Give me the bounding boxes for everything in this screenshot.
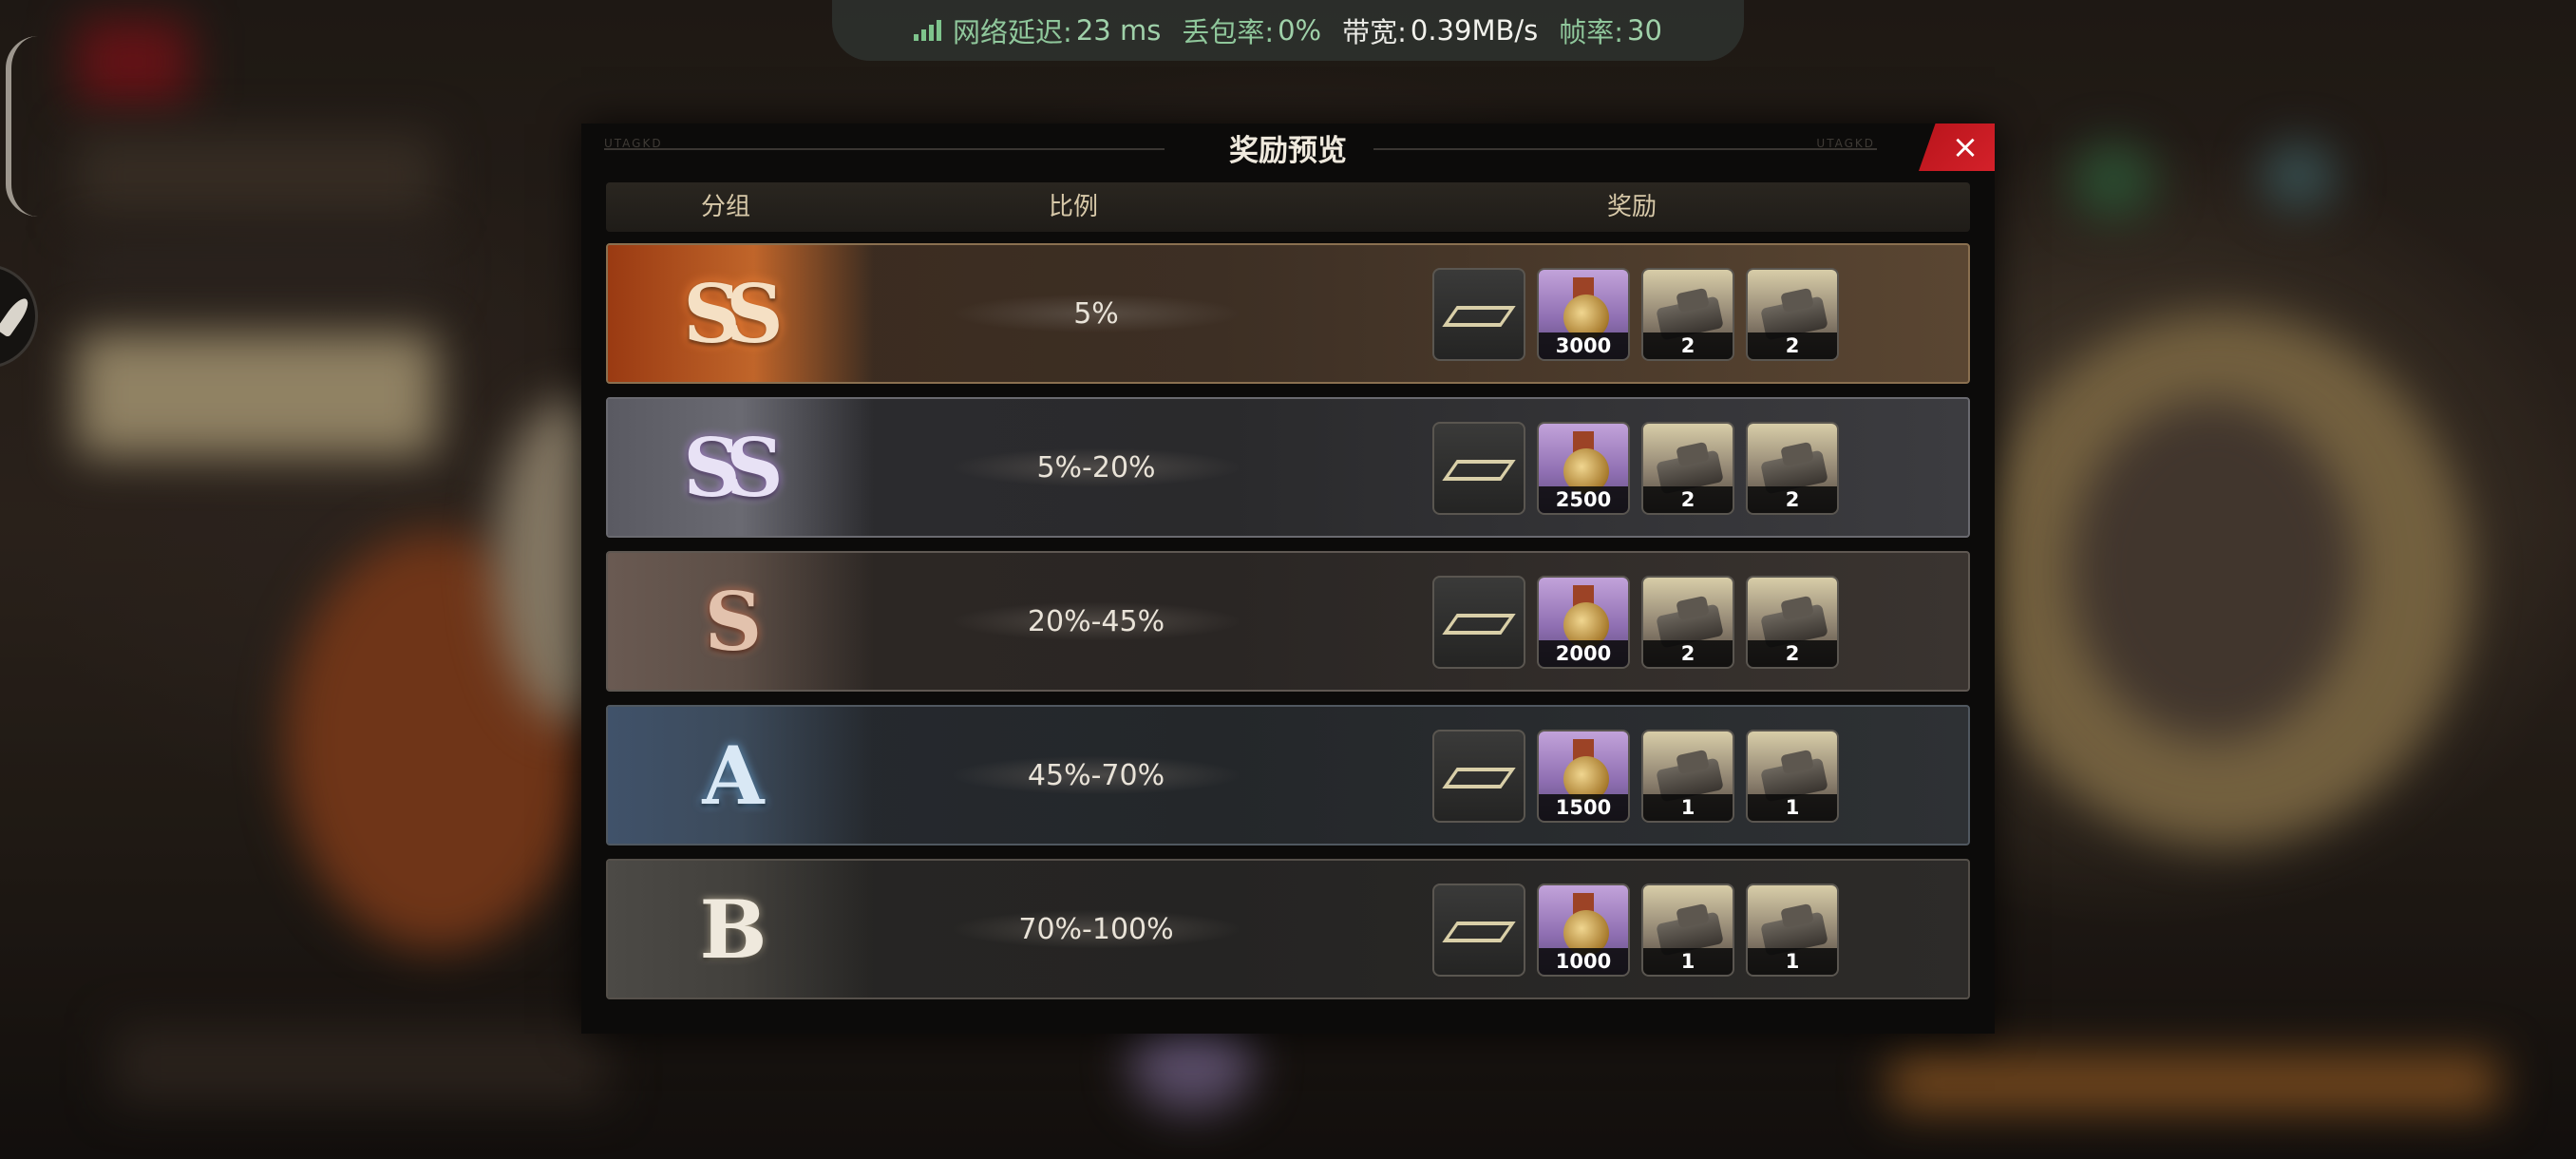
table-row: B 70%-100% 1000 1 1 xyxy=(606,859,1970,999)
fps-stat: 帧率: 30 xyxy=(1559,10,1662,50)
frame-icon xyxy=(1434,424,1524,513)
reward-quantity: 2 xyxy=(1643,640,1733,667)
column-header-ratio: 比例 xyxy=(1049,193,1099,221)
reward-quantity: 1000 xyxy=(1539,948,1628,975)
rank-badge: S xyxy=(704,574,763,669)
reward-slot[interactable]: 2 xyxy=(1641,268,1734,361)
reward-quantity: 1 xyxy=(1748,794,1837,821)
column-header-group: 分组 xyxy=(701,193,751,221)
table-row: A 45%-70% 1500 1 1 xyxy=(606,705,1970,846)
reward-slot[interactable] xyxy=(1432,422,1525,515)
latency-value: 23 ms xyxy=(1075,14,1162,47)
rank-badge: SS xyxy=(683,420,783,515)
modal-title: 奖励预览 xyxy=(1203,125,1373,169)
reward-slot[interactable]: 1 xyxy=(1641,730,1734,823)
fps-label: 帧率: xyxy=(1559,16,1624,48)
reward-items: 1500 1 1 xyxy=(1432,730,1839,823)
ratio-value: 20%-45% xyxy=(1027,604,1165,638)
feather-icon xyxy=(0,294,33,338)
header-decoration: UTAGKD xyxy=(604,137,663,150)
packet-loss-label: 丢包率: xyxy=(1182,16,1275,48)
bandwidth-label: 带宽: xyxy=(1342,16,1407,48)
reward-slot[interactable]: 2 xyxy=(1641,576,1734,669)
reward-quantity: 2 xyxy=(1748,640,1837,667)
reward-slot[interactable] xyxy=(1432,576,1525,669)
latency-stat: 网络延迟: 23 ms xyxy=(914,10,1161,50)
reward-slot[interactable] xyxy=(1432,730,1525,823)
bandwidth-stat: 带宽: 0.39MB/s xyxy=(1342,10,1538,50)
ratio-value: 5%-20% xyxy=(1036,450,1156,484)
title-divider xyxy=(604,148,1165,150)
table-row: SS 5%-20% 2500 2 2 xyxy=(606,397,1970,538)
reward-slot[interactable] xyxy=(1432,884,1525,977)
reward-slot[interactable]: 2 xyxy=(1746,576,1839,669)
reward-quantity: 1 xyxy=(1643,948,1733,975)
reward-slot[interactable]: 1 xyxy=(1641,884,1734,977)
packet-loss-stat: 丢包率: 0% xyxy=(1182,10,1321,50)
reward-quantity: 2000 xyxy=(1539,640,1628,667)
reward-items: 2000 2 2 xyxy=(1432,576,1839,669)
reward-items: 2500 2 2 xyxy=(1432,422,1839,515)
column-header-rewards: 奖励 xyxy=(1607,193,1657,221)
rank-badge: SS xyxy=(683,266,783,361)
reward-quantity: 1 xyxy=(1643,794,1733,821)
reward-slot[interactable]: 1 xyxy=(1746,730,1839,823)
rank-badge: A xyxy=(702,728,764,823)
title-divider xyxy=(1316,148,1877,150)
fps-value: 30 xyxy=(1627,14,1662,47)
reward-slot[interactable]: 2 xyxy=(1746,422,1839,515)
reward-quantity: 3000 xyxy=(1539,332,1628,359)
table-header: 分组 比例 奖励 xyxy=(606,182,1970,232)
frame-icon xyxy=(1434,578,1524,667)
table-row: S 20%-45% 2000 2 2 xyxy=(606,551,1970,692)
reward-quantity: 2 xyxy=(1748,486,1837,513)
reward-quantity: 2 xyxy=(1748,332,1837,359)
reward-quantity: 2 xyxy=(1643,486,1733,513)
packet-loss-value: 0% xyxy=(1278,14,1322,47)
reward-slot[interactable]: 1500 xyxy=(1537,730,1630,823)
reward-preview-modal: UTAGKD 奖励预览 UTAGKD × 分组 比例 奖励 SS 5% 3000 2 2… xyxy=(581,124,1995,1034)
frame-icon xyxy=(1434,885,1524,975)
close-icon: × xyxy=(1951,128,1979,166)
reward-slot[interactable]: 2 xyxy=(1746,268,1839,361)
reward-items: 3000 2 2 xyxy=(1432,268,1839,361)
reward-slot[interactable]: 2000 xyxy=(1537,576,1630,669)
bandwidth-value: 0.39MB/s xyxy=(1410,14,1539,47)
reward-slot[interactable] xyxy=(1432,268,1525,361)
reward-quantity: 2 xyxy=(1643,332,1733,359)
ratio-value: 70%-100% xyxy=(1018,912,1174,946)
reward-slot[interactable]: 1 xyxy=(1746,884,1839,977)
rank-badge: B xyxy=(699,882,767,977)
reward-slot[interactable]: 2 xyxy=(1641,422,1734,515)
reward-quantity: 2500 xyxy=(1539,486,1628,513)
frame-icon xyxy=(1434,270,1524,359)
frame-icon xyxy=(1434,732,1524,821)
edge-handle xyxy=(6,36,38,217)
reward-items: 1000 1 1 xyxy=(1432,884,1839,977)
table-row: SS 5% 3000 2 2 xyxy=(606,243,1970,384)
reward-slot[interactable]: 1000 xyxy=(1537,884,1630,977)
network-status-bar: 网络延迟: 23 ms 丢包率: 0% 带宽: 0.39MB/s 帧率: 30 xyxy=(832,0,1744,61)
latency-label: 网络延迟: xyxy=(953,16,1072,48)
reward-slot[interactable]: 3000 xyxy=(1537,268,1630,361)
reward-slot[interactable]: 2500 xyxy=(1537,422,1630,515)
signal-icon xyxy=(914,20,942,41)
ratio-value: 45%-70% xyxy=(1027,758,1165,792)
reward-quantity: 1500 xyxy=(1539,794,1628,821)
ratio-value: 5% xyxy=(1073,296,1119,331)
modal-header: UTAGKD 奖励预览 UTAGKD xyxy=(581,124,1995,171)
reward-quantity: 1 xyxy=(1748,948,1837,975)
